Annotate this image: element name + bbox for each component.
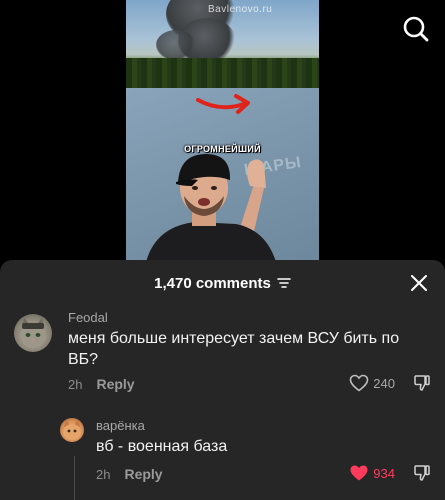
video-player[interactable]: Bavlenovo.ru ШАРЫ ОГРОМНЕЙШИЙ: [0, 0, 445, 262]
comment-meta: 2h Reply: [96, 466, 163, 482]
reply-button[interactable]: Reply: [96, 376, 134, 392]
like-count: 934: [373, 465, 395, 481]
comment-username[interactable]: варёнка: [96, 418, 145, 433]
search-icon: [403, 16, 429, 42]
comments-count-sort[interactable]: 1,470 comments: [154, 275, 291, 292]
treeline: [126, 58, 319, 88]
heart-filled-icon: [350, 465, 368, 481]
dislike-button[interactable]: [413, 374, 431, 392]
presenter-figure: [146, 154, 276, 262]
explosion-scene: Bavlenovo.ru: [126, 0, 319, 88]
like-button[interactable]: 934: [349, 464, 395, 482]
avatar[interactable]: [60, 418, 84, 442]
reply-button[interactable]: Reply: [124, 466, 162, 482]
red-arrow-icon: [196, 94, 250, 114]
search-button[interactable]: [401, 14, 431, 44]
thumbs-down-icon: [414, 375, 430, 391]
thumbs-down-icon: [414, 465, 430, 481]
cat-avatar-icon: [63, 420, 81, 440]
video-watermark: Bavlenovo.ru: [208, 4, 273, 15]
comment-username[interactable]: Feodal: [68, 310, 108, 325]
like-count: 240: [373, 375, 395, 391]
dislike-button[interactable]: [413, 464, 431, 482]
avatar[interactable]: [14, 314, 52, 352]
comments-header: 1,470 comments: [0, 260, 445, 306]
comments-count: 1,470 comments: [154, 274, 271, 292]
comment-meta: 2h Reply: [68, 376, 135, 392]
comment-text: меня больше интересует зачем ВСУ бить по…: [68, 330, 400, 368]
like-button[interactable]: 240: [349, 374, 395, 392]
reply-thread-line: [74, 456, 75, 500]
close-comments-button[interactable]: [409, 273, 429, 293]
filter-icon: [277, 278, 291, 288]
video-frame[interactable]: Bavlenovo.ru ШАРЫ ОГРОМНЕЙШИЙ: [126, 0, 319, 262]
heart-outline-icon: [349, 374, 369, 392]
comment-time: 2h: [96, 466, 111, 482]
smoke-cloud: [156, 30, 196, 60]
comment-time: 2h: [68, 376, 83, 392]
close-icon: [411, 275, 427, 291]
presenter-scene: ШАРЫ ОГРОМНЕЙШИЙ: [126, 88, 319, 262]
cat-avatar-icon: [20, 318, 46, 348]
comment-text: вб - военная база: [96, 438, 228, 455]
video-caption: ОГРОМНЕЙШИЙ: [184, 144, 261, 154]
comments-panel: 1,470 comments Feodal меня больше интере…: [0, 260, 445, 500]
